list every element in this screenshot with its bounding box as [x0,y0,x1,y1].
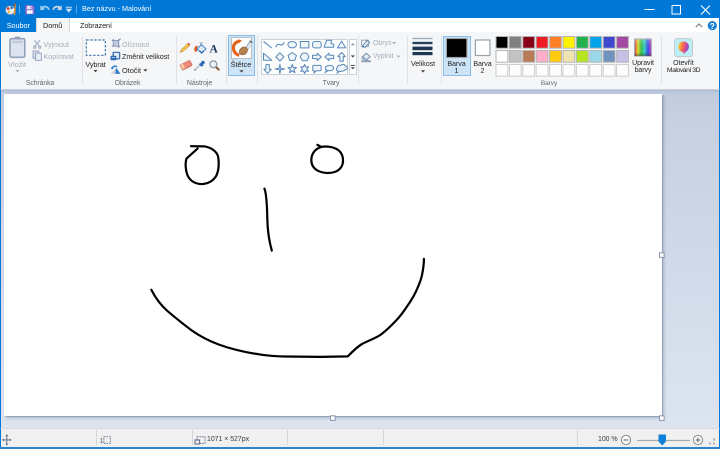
svg-text:?: ? [710,22,715,31]
svg-text:1: 1 [100,436,104,445]
svg-text:A: A [209,44,218,56]
